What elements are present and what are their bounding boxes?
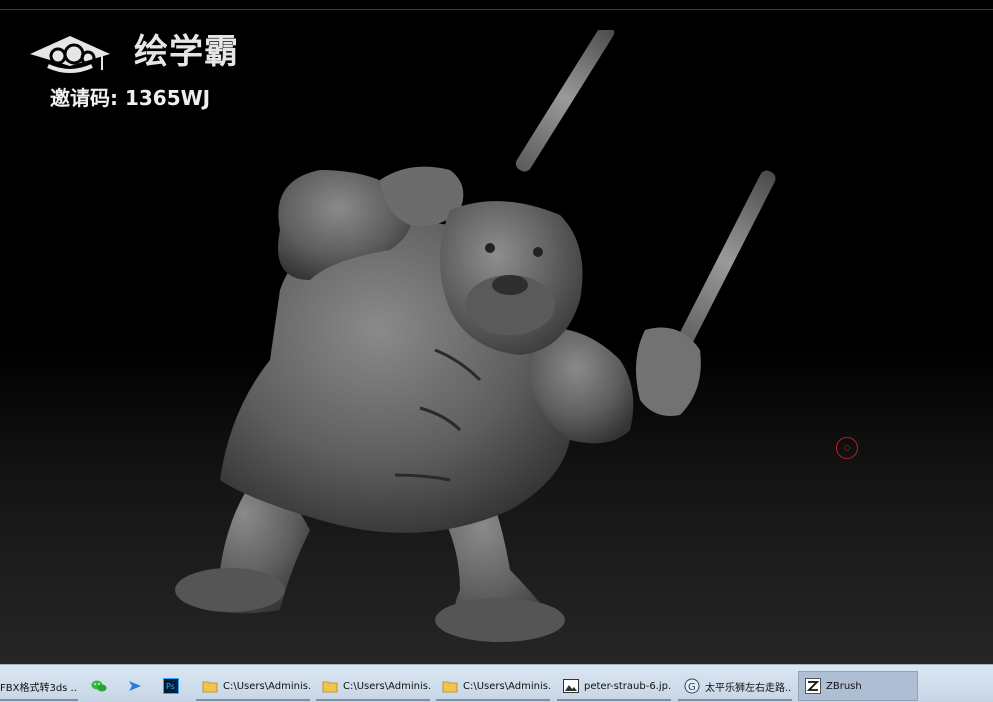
svg-text:G: G <box>688 682 696 693</box>
taskbar-item-3dsmax[interactable]: G 太平乐狮左右走路.... <box>678 671 792 701</box>
zbrush-viewport[interactable]: 绘学霸 邀请码: 1365WJ <box>0 0 993 664</box>
taskbar-item-explorer-1[interactable]: C:\Users\Adminis... <box>196 671 310 701</box>
left-stick <box>515 30 615 172</box>
folder-icon <box>322 681 338 693</box>
feishu-icon <box>128 681 141 691</box>
brush-cursor-icon <box>836 437 858 459</box>
folder-icon <box>442 681 458 693</box>
folder-icon <box>202 681 218 693</box>
taskbar-item-explorer-3[interactable]: C:\Users\Adminis... <box>436 671 550 701</box>
taskbar-item-label: ZBrush <box>826 680 862 692</box>
taskbar-item-label: FBX格式转3ds ... <box>0 682 78 694</box>
taskbar-item-label: C:\Users\Adminis... <box>343 680 430 692</box>
photoshop-icon: Ps <box>162 678 179 694</box>
3dsmax-icon: G <box>684 678 700 694</box>
taskbar-item-feishu[interactable] <box>122 671 152 701</box>
viewport-top-border <box>0 9 993 10</box>
taskbar-item-explorer-2[interactable]: C:\Users\Adminis... <box>316 671 430 701</box>
taskbar-item-label: C:\Users\Adminis... <box>463 680 550 692</box>
taskbar-item-fbx[interactable]: FBX格式转3ds ... <box>0 671 78 701</box>
taskbar-item-image-viewer[interactable]: peter-straub-6.jp... <box>557 671 671 701</box>
taskbar-item-label: 太平乐狮左右走路.... <box>705 682 792 694</box>
bulldog-sculpt-model <box>175 30 776 642</box>
taskbar-item-zbrush[interactable]: ZBrush <box>798 671 918 701</box>
wechat-icon <box>91 680 106 692</box>
taskbar-item-label: peter-straub-6.jp... <box>584 680 671 692</box>
taskbar-item-photoshop[interactable]: Ps <box>158 671 188 701</box>
taskbar-item-label: C:\Users\Adminis... <box>223 680 310 692</box>
image-icon <box>563 679 579 693</box>
svg-text:Ps: Ps <box>166 682 175 691</box>
taskbar-item-wechat[interactable] <box>86 671 116 701</box>
zbrush-icon <box>805 678 821 694</box>
windows-taskbar: FBX格式转3ds ... Ps C:\Users\Adminis... C:\… <box>0 664 993 702</box>
right-stick <box>675 170 776 352</box>
